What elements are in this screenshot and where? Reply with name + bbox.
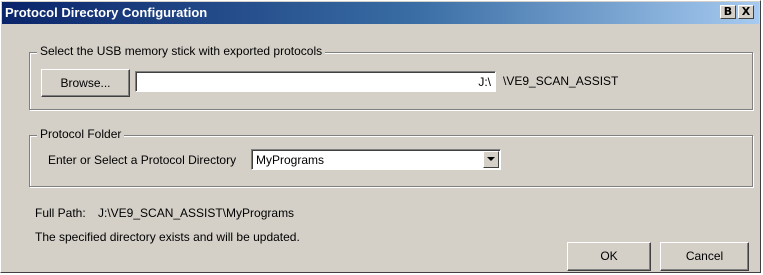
usb-drive-label: J:\ — [478, 75, 491, 89]
ok-button[interactable]: OK — [567, 242, 651, 271]
protocol-directory-value: MyPrograms — [256, 153, 325, 167]
browse-button-label: Browse... — [60, 76, 111, 90]
ok-button-label: OK — [600, 249, 618, 263]
full-path-value: J:\VE9_SCAN_ASSIST\MyPrograms — [98, 206, 295, 220]
browse-button[interactable]: Browse... — [41, 69, 130, 97]
window-title: Protocol Directory Configuration — [5, 5, 208, 20]
usb-path-field[interactable]: J:\ — [135, 71, 496, 92]
chevron-down-icon[interactable] — [483, 151, 499, 168]
dialog-window: Protocol Directory Configuration B X Sel… — [0, 0, 761, 273]
status-message: The specified directory exists and will … — [35, 230, 300, 244]
title-bar[interactable]: Protocol Directory Configuration B X — [2, 2, 759, 24]
protocol-directory-combo[interactable]: MyPrograms — [251, 149, 501, 170]
cancel-button-label: Cancel — [685, 249, 724, 263]
help-button[interactable]: B — [720, 5, 736, 19]
cancel-button[interactable]: Cancel — [660, 242, 749, 271]
protocol-directory-label: Enter or Select a Protocol Directory — [48, 153, 237, 167]
usb-group-legend: Select the USB memory stick with exporte… — [37, 44, 326, 58]
usb-folder-label: \VE9_SCAN_ASSIST — [503, 74, 619, 88]
help-icon: B — [723, 5, 733, 18]
full-path-label: Full Path: — [35, 206, 86, 220]
close-icon: X — [741, 5, 751, 18]
protocol-folder-legend: Protocol Folder — [37, 127, 125, 141]
close-button[interactable]: X — [738, 5, 754, 19]
